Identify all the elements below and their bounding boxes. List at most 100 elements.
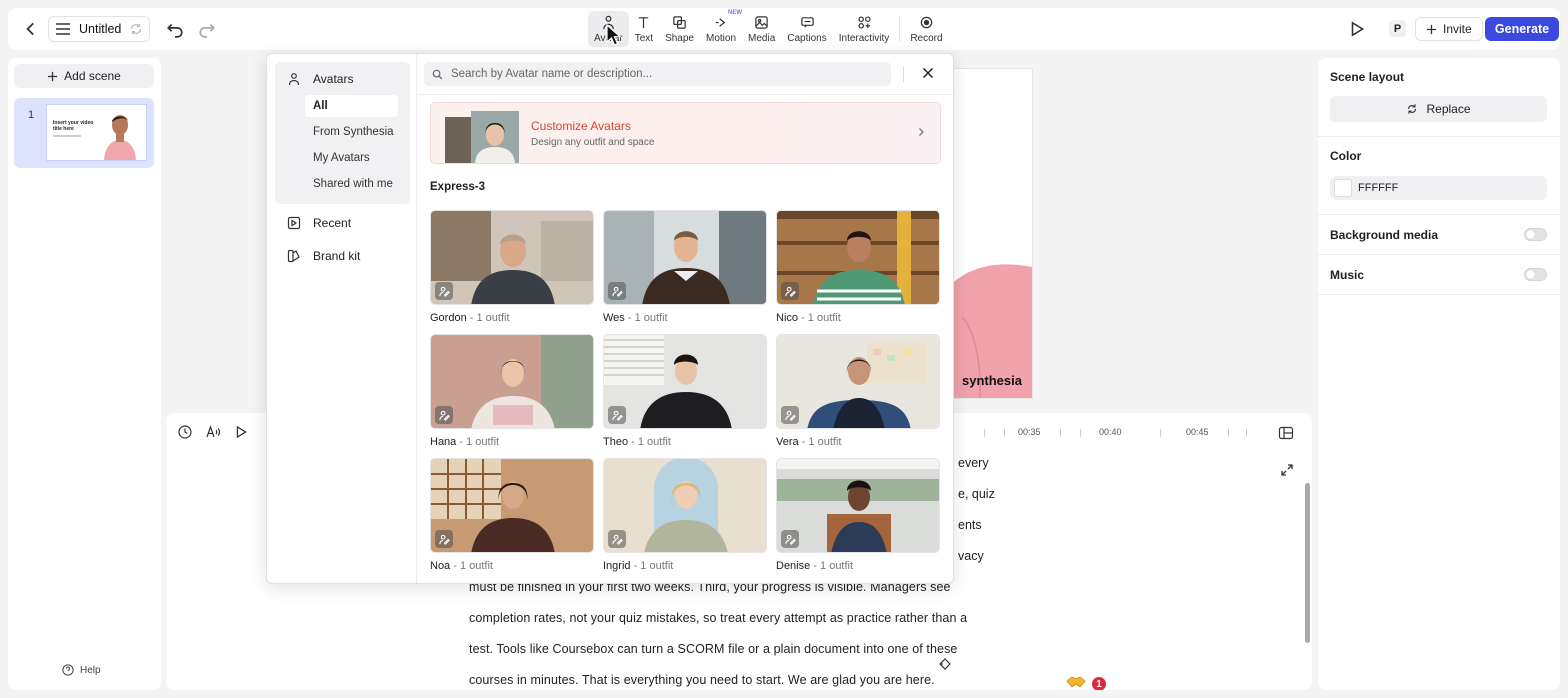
scene-thumbnail: Insert your video title here [46, 104, 147, 161]
tool-record[interactable]: Record [904, 11, 948, 47]
avatar-search-input[interactable]: Search by Avatar name or description... [424, 62, 891, 86]
avatar-pen-icon [438, 410, 450, 421]
invite-label: Invite [1443, 22, 1472, 36]
nav-sub-all[interactable]: All [305, 95, 398, 117]
ruler-tick [1160, 429, 1161, 437]
menu-icon[interactable] [55, 22, 71, 36]
avatar-photo [777, 335, 939, 428]
tool-label: Shape [665, 32, 694, 44]
play-icon[interactable] [1348, 20, 1366, 38]
ruler-tick [1080, 429, 1081, 437]
diamond-marker-icon[interactable] [938, 657, 952, 671]
banner-title: Customize Avatars [531, 119, 631, 133]
timeline-ruler[interactable]: 00:35 00:40 00:45 [956, 427, 1276, 439]
music-toggle[interactable] [1524, 268, 1547, 281]
avatar-thumbnail [776, 210, 940, 305]
music-heading: Music [1330, 268, 1365, 282]
color-swatch[interactable] [1334, 179, 1352, 197]
scene-card-1[interactable]: 1 Insert your video title here [14, 98, 154, 168]
tool-captions[interactable]: Captions [781, 11, 832, 47]
avatar-outfit-count: - 1 outfit [624, 312, 668, 324]
add-scene-button[interactable]: Add scene [14, 64, 154, 88]
avatar-card-noa[interactable]: Noa - 1 outfit [430, 458, 594, 572]
nav-brand-kit[interactable]: Brand kit [287, 249, 360, 263]
avatar-thumbnail [430, 334, 594, 429]
clock-icon[interactable] [178, 425, 192, 439]
redo-icon[interactable] [198, 20, 216, 38]
avatar-photo [777, 459, 939, 552]
nav-sub-my-avatars[interactable]: My Avatars [313, 152, 370, 164]
ruler-tick [1228, 429, 1229, 437]
avatar-name: Gordon [430, 312, 467, 324]
script-fragment[interactable]: e, quiz [958, 487, 995, 501]
back-icon[interactable] [22, 20, 40, 38]
avatar-outfit-count: - 1 outfit [450, 560, 493, 572]
script-line[interactable]: test. Tools like Coursebox can turn a SC… [469, 642, 957, 656]
ruler-tick [1246, 429, 1247, 437]
user-avatar[interactable]: P [1389, 20, 1406, 37]
section-divider [1318, 214, 1560, 215]
customize-avatars-banner[interactable]: Customize Avatars Design any outfit and … [430, 102, 941, 164]
avatar-pen-icon [438, 286, 450, 297]
nav-avatars[interactable]: Avatars [287, 72, 353, 86]
nav-recent[interactable]: Recent [287, 216, 351, 230]
ruler-tick [1060, 429, 1061, 437]
tool-motion[interactable]: NEW Motion [700, 10, 742, 47]
tool-interactivity[interactable]: Interactivity [833, 11, 896, 47]
undo-icon[interactable] [166, 20, 184, 38]
avatar-type-badge [435, 406, 453, 424]
nav-sub-from-synthesia[interactable]: From Synthesia [313, 126, 394, 138]
timeline-toggle-icon[interactable] [1278, 425, 1294, 441]
help-button[interactable]: Help [62, 664, 101, 676]
avatar-card-denise[interactable]: Denise - 1 outfit [776, 458, 940, 572]
document-title-group: Untitled [48, 16, 151, 42]
invite-button[interactable]: Invite [1415, 17, 1483, 41]
avatar-name: Hana [430, 436, 457, 448]
avatar-photo [431, 211, 593, 304]
background-media-toggle[interactable] [1524, 228, 1547, 241]
replace-layout-button[interactable]: Replace [1330, 96, 1547, 122]
script-line[interactable]: completion rates, not your quiz mistakes… [469, 611, 967, 625]
avatar-caption: Vera - 1 outfit [776, 436, 940, 448]
notification-badge[interactable]: 1 [1090, 675, 1108, 690]
script-scrollbar[interactable] [1305, 457, 1310, 677]
avatar-outfit-count: - 1 outfit [456, 436, 500, 448]
text-icon [639, 16, 649, 28]
script-fragment[interactable]: every [958, 456, 989, 470]
avatar-name: Vera [776, 436, 799, 448]
avatar-card-wes[interactable]: Wes - 1 outfit [603, 210, 767, 324]
avatar-card-theo[interactable]: Theo - 1 outfit [603, 334, 767, 448]
refresh-icon [1408, 104, 1417, 114]
nav-sub-shared[interactable]: Shared with me [313, 178, 393, 190]
handshake-icon[interactable] [1066, 675, 1086, 689]
avatar-card-hana[interactable]: Hana - 1 outfit [430, 334, 594, 448]
tool-media[interactable]: Media [742, 11, 781, 47]
script-line[interactable]: courses in minutes. That is everything y… [469, 673, 935, 687]
close-icon[interactable] [922, 67, 934, 79]
properties-panel: Scene layout Replace Color FFFFFF Backgr… [1318, 58, 1560, 690]
generate-button[interactable]: Generate [1485, 17, 1559, 41]
script-fragment[interactable]: ents [958, 518, 982, 532]
avatar-type-badge [435, 530, 453, 548]
sync-icon [131, 23, 142, 35]
voice-icon[interactable] [206, 425, 220, 439]
avatar-card-ingrid[interactable]: Ingrid - 1 outfit [603, 458, 767, 572]
play-script-icon[interactable] [234, 425, 248, 439]
captions-icon [800, 16, 814, 28]
scene-thumb-title: Insert your video title here [53, 120, 94, 132]
avatar-card-nico[interactable]: Nico - 1 outfit [776, 210, 940, 324]
scrollbar-thumb[interactable] [1305, 483, 1310, 643]
avatar-thumbnail [430, 458, 594, 553]
avatar-card-gordon[interactable]: Gordon - 1 outfit [430, 210, 594, 324]
tool-text[interactable]: Text [629, 11, 659, 47]
tool-shape[interactable]: Shape [659, 11, 700, 47]
script-fragment[interactable]: vacy [958, 549, 984, 563]
document-title[interactable]: Untitled [79, 22, 121, 36]
plus-icon [48, 71, 58, 81]
tool-label: Interactivity [838, 32, 890, 44]
avatar-card-vera[interactable]: Vera - 1 outfit [776, 334, 940, 448]
expand-icon[interactable] [1280, 463, 1294, 477]
recent-icon [287, 216, 301, 230]
avatar-outfit-count: - 1 outfit [810, 560, 854, 572]
color-input[interactable]: FFFFFF [1330, 176, 1547, 200]
